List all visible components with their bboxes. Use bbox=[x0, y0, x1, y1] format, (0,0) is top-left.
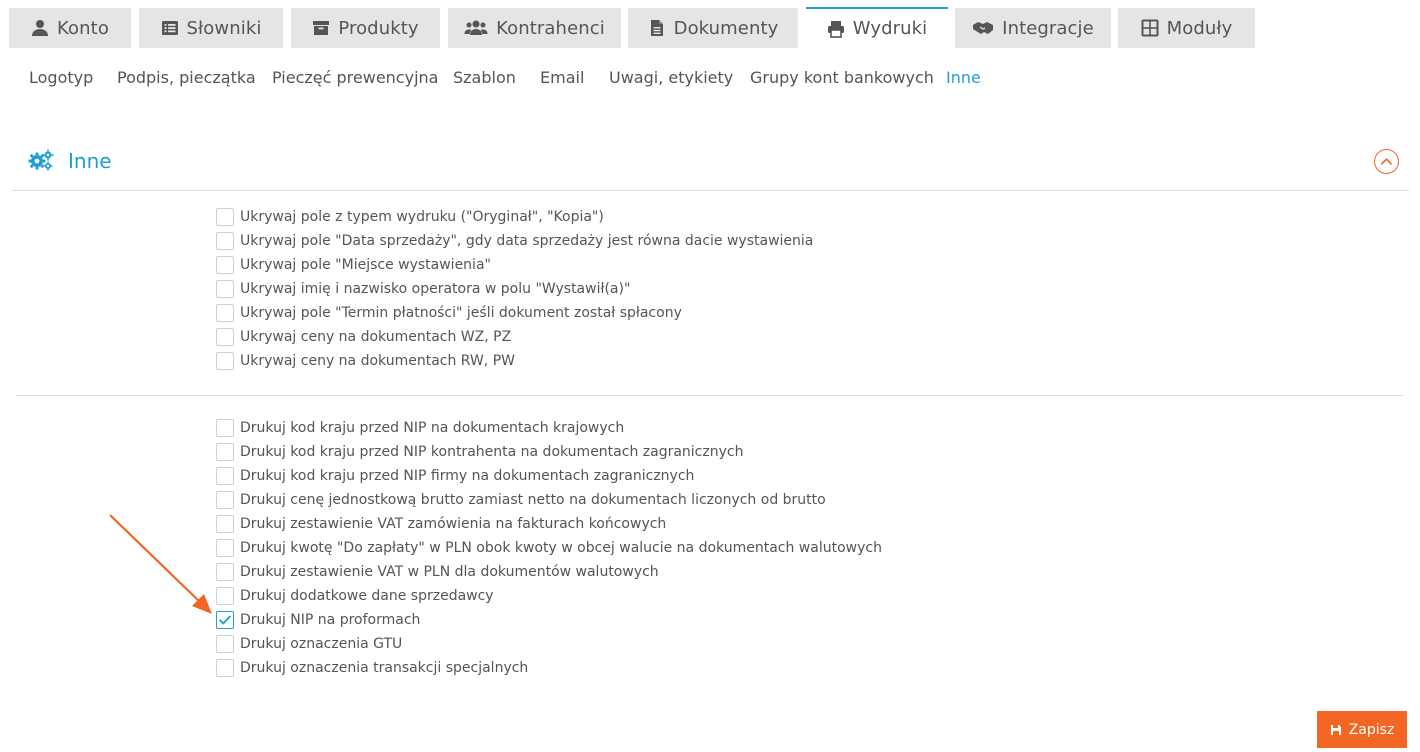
option-label: Drukuj oznaczenia transakcji specjalnych bbox=[240, 660, 529, 676]
checkbox[interactable] bbox=[216, 352, 234, 370]
settings-page: Konto Słowniki Produkty Kontrahenci Doku… bbox=[0, 0, 1420, 752]
subnav-uwagi-etykiety[interactable]: Uwagi, etykiety bbox=[609, 68, 733, 87]
hide-options-list: Ukrywaj pole z typem wydruku ("Oryginał"… bbox=[216, 205, 813, 373]
checkbox[interactable] bbox=[216, 635, 234, 653]
hide-option[interactable]: Ukrywaj pole "Miejsce wystawienia" bbox=[216, 253, 813, 277]
print-option[interactable]: Drukuj zestawienie VAT zamówienia na fak… bbox=[216, 512, 882, 536]
tab-kontrahenci[interactable]: Kontrahenci bbox=[448, 8, 621, 48]
hide-option[interactable]: Ukrywaj pole "Termin płatności" jeśli do… bbox=[216, 301, 813, 325]
print-option[interactable]: Drukuj kod kraju przed NIP firmy na doku… bbox=[216, 464, 882, 488]
subnav-grupy-kont-bankowych[interactable]: Grupy kont bankowych bbox=[750, 68, 934, 87]
option-label: Ukrywaj pole "Data sprzedaży", gdy data … bbox=[240, 233, 814, 249]
print-option[interactable]: Drukuj oznaczenia transakcji specjalnych bbox=[216, 656, 882, 680]
tab-label: Integracje bbox=[1002, 17, 1094, 39]
option-label: Drukuj kwotę "Do zapłaty" w PLN obok kwo… bbox=[240, 540, 882, 556]
section-divider bbox=[16, 395, 1403, 396]
checkbox[interactable] bbox=[216, 232, 234, 250]
option-label: Ukrywaj pole z typem wydruku ("Oryginał"… bbox=[240, 209, 604, 225]
checkbox[interactable] bbox=[216, 328, 234, 346]
tab-integracje[interactable]: Integracje bbox=[955, 8, 1111, 48]
subnav-szablon[interactable]: Szablon bbox=[453, 68, 516, 87]
option-label: Ukrywaj ceny na dokumentach WZ, PZ bbox=[240, 329, 512, 345]
hide-option[interactable]: Ukrywaj imię i nazwisko operatora w polu… bbox=[216, 277, 813, 301]
option-label: Ukrywaj pole "Miejsce wystawienia" bbox=[240, 257, 491, 273]
print-option[interactable]: Drukuj oznaczenia GTU bbox=[216, 632, 882, 656]
checkmark-icon bbox=[219, 615, 231, 625]
hide-option[interactable]: Ukrywaj pole z typem wydruku ("Oryginał"… bbox=[216, 205, 813, 229]
save-button-label: Zapisz bbox=[1348, 721, 1395, 738]
option-label: Drukuj kod kraju przed NIP firmy na doku… bbox=[240, 468, 695, 484]
hide-option[interactable]: Ukrywaj ceny na dokumentach RW, PW bbox=[216, 349, 813, 373]
grid-icon bbox=[1141, 19, 1159, 37]
option-label: Drukuj oznaczenia GTU bbox=[240, 636, 403, 652]
section-header: Inne bbox=[12, 140, 1409, 191]
collapse-button[interactable] bbox=[1374, 149, 1399, 174]
tab-label: Dokumenty bbox=[673, 17, 779, 39]
subnav-podpis-pieczatka[interactable]: Podpis, pieczątka bbox=[117, 68, 256, 87]
handshake-icon bbox=[972, 19, 994, 37]
tab-label: Kontrahenci bbox=[496, 17, 605, 39]
option-label: Drukuj kod kraju przed NIP na dokumentac… bbox=[240, 420, 625, 436]
hide-option[interactable]: Ukrywaj ceny na dokumentach WZ, PZ bbox=[216, 325, 813, 349]
users-icon bbox=[464, 19, 488, 37]
main-tabs: Konto Słowniki Produkty Kontrahenci Doku… bbox=[0, 0, 1420, 48]
print-option[interactable]: Drukuj cenę jednostkową brutto zamiast n… bbox=[216, 488, 882, 512]
checkbox[interactable] bbox=[216, 280, 234, 298]
list-icon bbox=[161, 19, 179, 37]
tab-produkty[interactable]: Produkty bbox=[291, 8, 440, 48]
option-label: Drukuj zestawienie VAT zamówienia na fak… bbox=[240, 516, 667, 532]
annotation-arrow bbox=[109, 514, 212, 614]
chevron-up-icon bbox=[1381, 158, 1392, 165]
tab-moduly[interactable]: Moduły bbox=[1118, 8, 1255, 48]
option-label: Drukuj kod kraju przed NIP kontrahenta n… bbox=[240, 444, 744, 460]
hide-option[interactable]: Ukrywaj pole "Data sprzedaży", gdy data … bbox=[216, 229, 813, 253]
checkbox[interactable] bbox=[216, 659, 234, 677]
print-option[interactable]: Drukuj kwotę "Do zapłaty" w PLN obok kwo… bbox=[216, 536, 882, 560]
subnav-pieczec-prewencyjna[interactable]: Pieczęć prewencyjna bbox=[272, 68, 438, 87]
tab-label: Wydruki bbox=[852, 18, 928, 39]
option-label: Drukuj NIP na proformach bbox=[240, 612, 421, 628]
subnav-logotyp[interactable]: Logotyp bbox=[29, 68, 93, 87]
document-icon bbox=[648, 19, 666, 37]
save-button[interactable]: Zapisz bbox=[1317, 711, 1407, 748]
tab-wydruki[interactable]: Wydruki bbox=[806, 7, 948, 48]
tab-label: Słowniki bbox=[186, 17, 262, 39]
option-label: Drukuj cenę jednostkową brutto zamiast n… bbox=[240, 492, 826, 508]
subnav-inne[interactable]: Inne bbox=[946, 68, 981, 87]
gears-icon bbox=[28, 149, 54, 171]
print-option[interactable]: Drukuj NIP na proformach bbox=[216, 608, 882, 632]
printer-icon bbox=[827, 20, 845, 38]
floppy-icon bbox=[1330, 724, 1342, 736]
user-icon bbox=[31, 19, 49, 37]
tab-label: Moduły bbox=[1166, 17, 1233, 39]
tab-label: Konto bbox=[57, 17, 109, 39]
option-label: Ukrywaj ceny na dokumentach RW, PW bbox=[240, 353, 515, 369]
tab-konto[interactable]: Konto bbox=[9, 8, 131, 48]
option-label: Ukrywaj pole "Termin płatności" jeśli do… bbox=[240, 305, 682, 321]
checkbox[interactable] bbox=[216, 419, 234, 437]
option-label: Drukuj zestawienie VAT w PLN dla dokumen… bbox=[240, 564, 659, 580]
checkbox[interactable] bbox=[216, 443, 234, 461]
print-option[interactable]: Drukuj dodatkowe dane sprzedawcy bbox=[216, 584, 882, 608]
checkbox[interactable] bbox=[216, 208, 234, 226]
tab-slowniki[interactable]: Słowniki bbox=[139, 8, 283, 48]
print-option[interactable]: Drukuj zestawienie VAT w PLN dla dokumen… bbox=[216, 560, 882, 584]
print-option[interactable]: Drukuj kod kraju przed NIP na dokumentac… bbox=[216, 416, 882, 440]
print-options-list: Drukuj kod kraju przed NIP na dokumentac… bbox=[216, 416, 882, 680]
tab-label: Produkty bbox=[338, 17, 419, 39]
option-label: Ukrywaj imię i nazwisko operatora w polu… bbox=[240, 281, 631, 297]
sub-navigation: Logotyp Podpis, pieczątka Pieczęć prewen… bbox=[0, 62, 1420, 94]
print-option[interactable]: Drukuj kod kraju przed NIP kontrahenta n… bbox=[216, 440, 882, 464]
subnav-email[interactable]: Email bbox=[540, 68, 584, 87]
option-label: Drukuj dodatkowe dane sprzedawcy bbox=[240, 588, 494, 604]
checkbox[interactable] bbox=[216, 304, 234, 322]
section-title: Inne bbox=[68, 149, 112, 173]
checkbox[interactable] bbox=[216, 256, 234, 274]
box-icon bbox=[312, 19, 330, 37]
checkbox[interactable] bbox=[216, 467, 234, 485]
tab-dokumenty[interactable]: Dokumenty bbox=[628, 8, 798, 48]
